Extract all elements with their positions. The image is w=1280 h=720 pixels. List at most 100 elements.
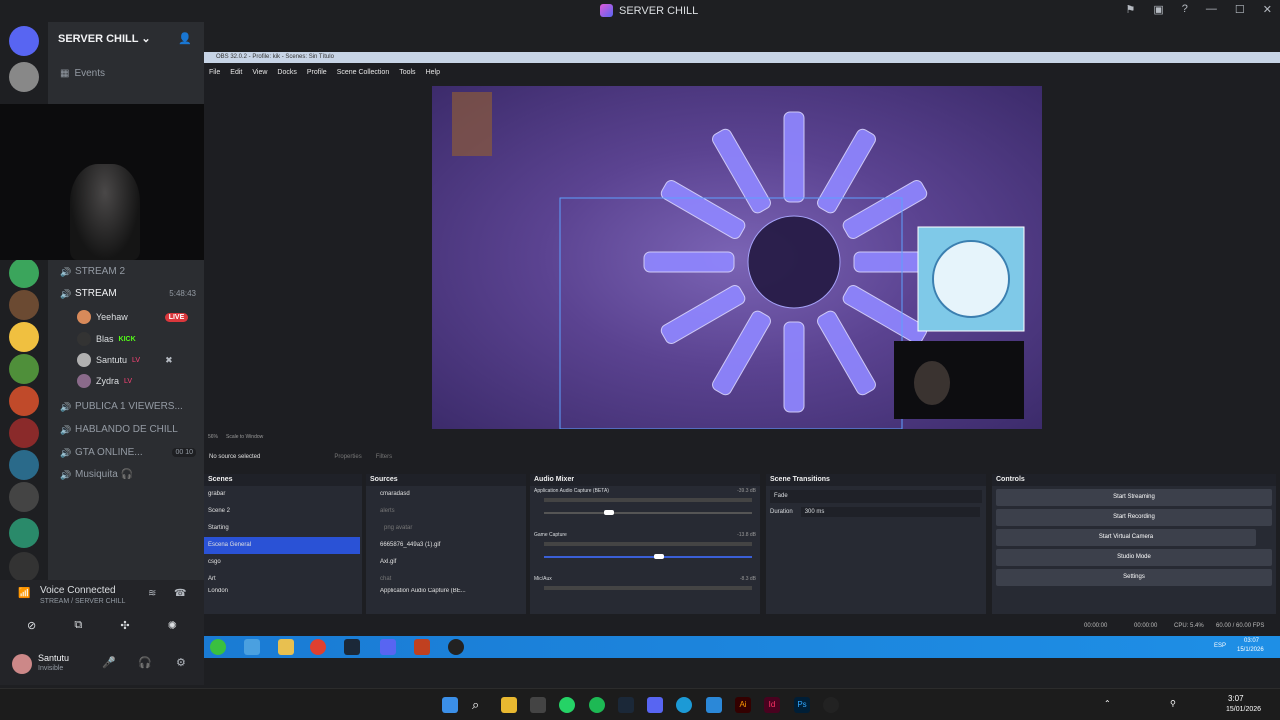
duration-input[interactable]: 300 ms [800, 507, 980, 517]
start-virtual-camera-button[interactable]: Start Virtual Camera [996, 529, 1256, 546]
channel-stream[interactable]: 🔊 STREAM 5:48:43 [60, 288, 196, 299]
properties-button[interactable]: Properties [334, 454, 361, 460]
settings-gear-icon[interactable]: ⚙ [176, 656, 186, 669]
indesign-icon[interactable]: Id [764, 697, 780, 713]
edge-icon[interactable] [676, 697, 692, 713]
menu-docks[interactable]: Docks [277, 69, 296, 76]
server-icon-8[interactable] [9, 450, 39, 480]
flag-icon[interactable]: ⚑ [1126, 3, 1136, 16]
channel-gta[interactable]: 🔊 GTA ONLINE... 00 10 [60, 447, 196, 458]
obs-preview-canvas[interactable] [432, 86, 1042, 429]
source-item[interactable]: Application Audio Capture (BE... [366, 588, 526, 594]
start-streaming-button[interactable]: Start Streaming [996, 489, 1272, 506]
app-icon[interactable] [530, 697, 546, 713]
filters-button[interactable]: Filters [376, 454, 392, 460]
volume-meter [544, 542, 752, 546]
inbox-icon[interactable]: ▣ [1153, 3, 1163, 16]
menu-file[interactable]: File [209, 69, 220, 76]
settings-button[interactable]: Settings [996, 569, 1272, 586]
menu-edit[interactable]: Edit [230, 69, 242, 76]
server-icon-4[interactable] [9, 322, 39, 352]
channel-hablando[interactable]: 🔊 HABLANDO DE CHILL [60, 424, 178, 435]
scene-item[interactable]: Art [204, 571, 362, 588]
obs-titlebar: OBS 32.0.2 - Profile: kik - Scenes: Sin … [204, 52, 1280, 63]
server-icon-9[interactable] [9, 482, 39, 512]
source-item[interactable]: cmaradasd [366, 486, 526, 503]
scenes-header: Scenes [204, 474, 362, 486]
server-icon-7[interactable] [9, 418, 39, 448]
server-icon-1[interactable] [9, 62, 39, 92]
scene-item-selected[interactable]: Escena General [204, 537, 360, 554]
source-item[interactable]: 6665876_449a3 (1).gif [366, 537, 526, 554]
menu-help[interactable]: Help [426, 69, 440, 76]
transition-select[interactable]: Fade [770, 490, 982, 503]
steam-icon[interactable] [618, 697, 634, 713]
help-icon[interactable]: ? [1182, 3, 1188, 16]
server-icon-10[interactable] [9, 518, 39, 548]
source-item[interactable]: png avatar [366, 520, 526, 537]
illustrator-icon[interactable]: Ai [735, 697, 751, 713]
voice-user[interactable]: Santutu LV ✖ [77, 353, 173, 367]
channel-stream-2[interactable]: 🔊 STREAM 2 [60, 266, 125, 277]
voice-user[interactable]: Yeehaw LIVE [77, 310, 189, 324]
maximize-button[interactable]: ☐ [1235, 3, 1245, 16]
disconnect-icon[interactable]: ☎ [174, 588, 186, 599]
clock-time[interactable]: 3:07 [1228, 694, 1244, 703]
menu-tools[interactable]: Tools [399, 69, 415, 76]
file-explorer-icon[interactable] [501, 697, 517, 713]
photoshop-icon[interactable]: Ps [794, 697, 810, 713]
tray-chevron-icon[interactable]: ⌃ [1104, 699, 1111, 708]
avatar[interactable] [12, 654, 32, 674]
voice-user[interactable]: Blas KICK [77, 332, 136, 346]
camera-off-icon[interactable]: ⊘ [27, 619, 36, 632]
microphone-icon[interactable]: 🎤 [102, 656, 116, 669]
server-icon-2[interactable] [9, 258, 39, 288]
menu-profile[interactable]: Profile [307, 69, 327, 76]
scene-item[interactable]: Starting [204, 520, 362, 537]
activities-icon[interactable]: ✣ [120, 619, 129, 632]
soundboard-icon[interactable]: ✺ [168, 619, 177, 632]
events-item[interactable]: ▦ Events [60, 68, 105, 79]
clock-date[interactable]: 15/01/2026 [1226, 706, 1261, 713]
screen-share-icon[interactable]: ⧉ [74, 619, 82, 632]
server-icon-6[interactable] [9, 386, 39, 416]
whatsapp-icon[interactable] [559, 697, 575, 713]
close-button[interactable]: ✕ [1263, 3, 1272, 16]
store-icon[interactable] [706, 697, 722, 713]
start-recording-button[interactable]: Start Recording [996, 509, 1272, 526]
server-icon-11[interactable] [9, 552, 39, 582]
volume-slider[interactable] [544, 554, 752, 559]
obs-icon[interactable] [823, 697, 839, 713]
scene-item[interactable]: Scene 2 [204, 503, 362, 520]
scene-item[interactable]: London [204, 588, 362, 594]
studio-mode-button[interactable]: Studio Mode [996, 549, 1272, 566]
speaker-icon: 🔊 [60, 470, 72, 480]
windows-start-icon[interactable] [442, 697, 458, 713]
channel-publica[interactable]: 🔊 PUBLICA 1 VIEWERS... [60, 401, 183, 412]
tray-network-icon[interactable]: ⚲ [1170, 699, 1176, 708]
source-item[interactable]: Axl.gif [366, 554, 526, 571]
headphones-icon[interactable]: 🎧 [138, 656, 152, 669]
discord-icon[interactable] [647, 697, 663, 713]
minimize-button[interactable]: — [1206, 3, 1217, 16]
noise-suppression-icon[interactable]: ≋ [148, 588, 156, 599]
scene-item[interactable]: csgo [204, 554, 362, 571]
volume-slider[interactable] [544, 510, 752, 515]
window-controls: ⚑ ▣ ? — ☐ ✕ [1126, 3, 1273, 16]
source-item[interactable]: chat [366, 571, 526, 588]
scene-item[interactable]: grabar [204, 486, 362, 503]
menu-view[interactable]: View [252, 69, 267, 76]
search-icon[interactable]: ⌕ [472, 697, 488, 713]
person-silhouette [70, 164, 140, 260]
discord-home-icon[interactable] [9, 26, 39, 56]
server-icon-3[interactable] [9, 290, 39, 320]
channel-musiquita[interactable]: 🔊 Musiquita 🎧 [60, 469, 133, 480]
menu-scene-collection[interactable]: Scene Collection [337, 69, 390, 76]
spotify-icon[interactable] [589, 697, 605, 713]
server-header[interactable]: SERVER CHILL ⌄ 👤 [58, 32, 198, 45]
server-icon-5[interactable] [9, 354, 39, 384]
source-item[interactable]: alerts [366, 503, 526, 520]
lv-badge: LV [132, 356, 141, 364]
add-member-icon[interactable]: 👤 [178, 32, 192, 45]
voice-user[interactable]: Zydra LV [77, 374, 132, 388]
